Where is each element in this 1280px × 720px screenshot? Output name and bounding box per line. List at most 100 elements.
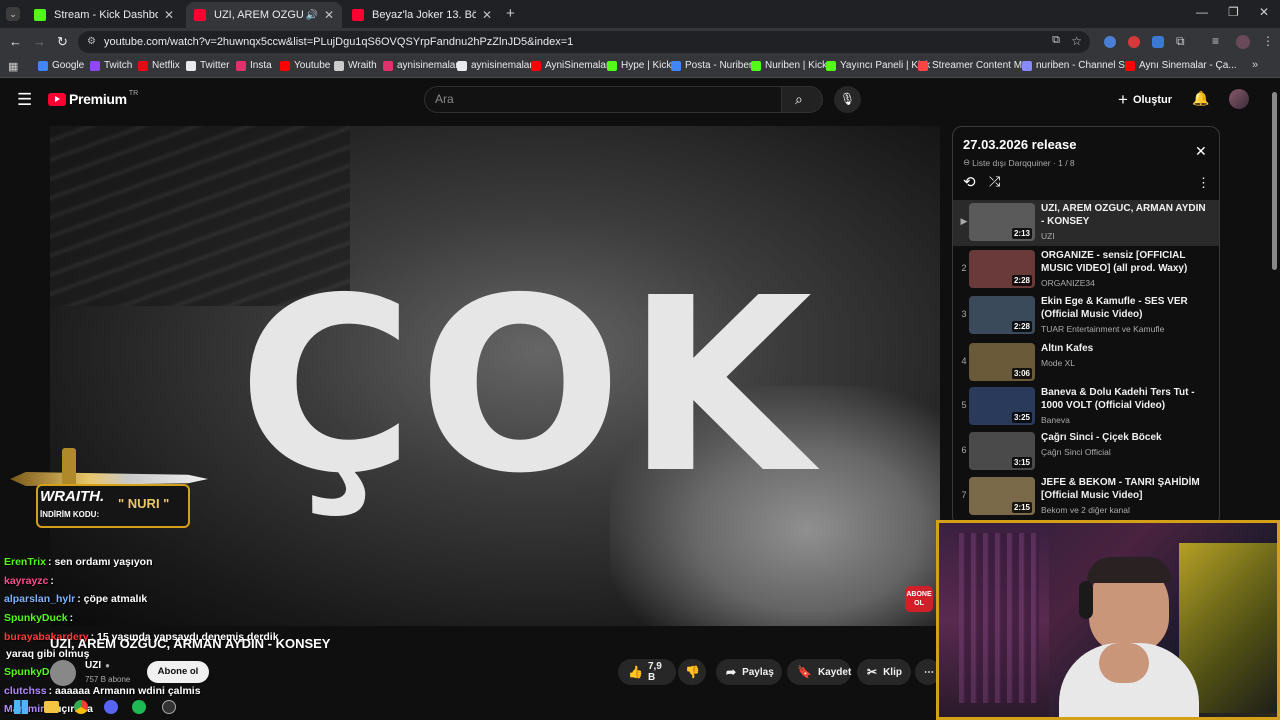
wraith-promo-overlay: WRAITH. İNDİRİM KODU: " NURI " [10,448,208,530]
tab-youtube-joker[interactable]: Beyaz'la Joker 13. Bölüm - YouT ✕ [344,2,500,28]
chat-username[interactable]: ErenTrix [4,556,46,568]
bookmark-favicon-icon [457,60,467,71]
bookmark-item[interactable]: aynisinemalar [383,60,459,71]
clip-button[interactable]: ✂ Klip [857,659,911,685]
maximize-button[interactable]: ❐ [1228,5,1239,19]
file-explorer-icon[interactable] [44,701,59,713]
extension-icon[interactable] [1104,36,1116,48]
playlist-item[interactable]: 5 3:25 Baneva & Dolu Kadehi Ters Tut - 100… [953,384,1219,430]
playlist-title[interactable]: 27.03.2026 release [963,137,1077,152]
bookmark-item[interactable]: AyniSinemalar [531,60,609,71]
chat-username[interactable]: SpunkyDuck [4,612,68,624]
channel-avatar[interactable] [50,660,76,686]
close-tab-icon[interactable]: ✕ [482,8,492,22]
url-field[interactable]: ⚙ youtube.com/watch?v=2huwnqx5ccw&list=P… [78,31,1090,53]
page-scrollbar[interactable] [1272,92,1277,270]
playlist-item[interactable]: 6 3:15 Çağrı Sinci - Çiçek Böcek Çağrı Sinc… [953,429,1219,475]
close-window-button[interactable]: ✕ [1259,5,1269,19]
obs-icon[interactable] [162,700,176,714]
minimize-button[interactable]: — [1196,5,1208,19]
spotify-icon[interactable] [132,700,146,714]
reload-icon[interactable]: ↻ [57,34,68,50]
bookmark-item[interactable]: Hype | Kick [607,60,671,71]
subscribe-button[interactable]: Abone ol [147,661,209,683]
menu-kebab-icon[interactable]: ⋮ [1262,34,1274,48]
unlisted-link-icon: ⊖ [963,157,971,167]
install-app-icon[interactable]: ⧉ [1052,34,1060,47]
discord-icon[interactable] [104,700,118,714]
forward-icon[interactable]: → [33,34,46,49]
close-playlist-icon[interactable]: ✕ [1195,143,1207,160]
media-icon[interactable]: ≡ [1212,34,1219,48]
save-button[interactable]: 🔖 Kaydet [787,659,851,685]
extension-icon[interactable] [1128,36,1140,48]
playlist-menu-icon[interactable]: ⋮ [1197,175,1210,191]
playlist-item[interactable]: 4 3:06 Altın Kafes Mode XL [953,340,1219,386]
site-info-icon[interactable]: ⚙ [87,36,96,47]
bookmark-item[interactable]: Google [38,60,84,71]
bookmark-item[interactable]: Wraith [334,60,377,71]
shuffle-icon[interactable]: ⤮ [989,173,1000,190]
chat-text: : [69,612,74,624]
new-tab-button[interactable]: + [506,5,515,22]
voice-search-button[interactable]: 🎙 [834,86,861,113]
playlist-item-title: ORGANIZE - sensiz [OFFICIAL MUSIC VIDEO]… [1041,250,1188,274]
search-button[interactable]: ⌕ [781,86,823,113]
windows-start-icon[interactable] [14,700,28,714]
playlist-item[interactable]: 3 2:28 Ekin Ege & Kamufle - SES VER (Offic… [953,293,1219,339]
playlist-item[interactable]: ▶ 2:13 UZI, AREM OZGUC, ARMAN AYDIN - KONS… [953,200,1219,246]
youtube-icon [352,9,364,21]
chrome-icon[interactable] [74,700,88,714]
playlist-thumbnail: 3:15 [969,432,1035,470]
chat-username[interactable]: alparslan_hylr [4,593,75,605]
bookmark-item[interactable]: Yayıncı Paneli | Kick [826,60,930,71]
bookmark-item[interactable]: Youtube [280,60,330,71]
abone-ol-badge[interactable]: ABONE OL [905,586,933,612]
playlist-item-channel: Mode XL [1041,358,1076,368]
notifications-bell-icon[interactable]: 🔔 [1192,90,1209,107]
dislike-button[interactable]: 👎 [678,659,706,685]
playlist-item[interactable]: 7 2:15 JEFE & BEKOM - TANRI ŞAHİDİM [Offic… [953,474,1219,520]
extension-icon[interactable] [1152,36,1164,48]
channel-name[interactable]: UZI ● [85,660,110,671]
bookmark-item[interactable]: Insta [236,60,272,71]
bookmark-item[interactable]: aynisinemalar [457,60,533,71]
bookmark-favicon-icon [607,60,617,71]
bookmark-item[interactable]: Twitch [90,60,132,71]
chat-username[interactable]: kayrayzc [4,575,48,587]
puzzle-icon[interactable]: ⧉ [1176,34,1185,49]
account-avatar[interactable] [1229,89,1249,109]
bookmark-item[interactable]: Aynı Sinemalar - Ça... [1125,60,1237,71]
tab-youtube-current[interactable]: UZI, AREM OZGUC, ARMAN 🔊 ✕ [186,2,342,28]
hamburger-menu-icon[interactable]: ☰ [17,90,32,110]
close-tab-icon[interactable]: ✕ [324,8,334,22]
share-button[interactable]: ➦ Paylaş [716,659,782,685]
create-button[interactable]: + Oluştur [1118,89,1172,111]
bookmark-favicon-icon [671,60,681,71]
bookmark-item[interactable]: nuriben - Channel S... [1022,60,1133,71]
playlist-item[interactable]: 2 2:28 ORGANIZE - sensiz [OFFICIAL MUSIC V… [953,247,1219,293]
tab-search-icon[interactable]: ⌄ [6,7,20,21]
bookmark-favicon-icon [1125,60,1135,71]
bookmark-star-icon[interactable]: ☆ [1071,34,1082,48]
bookmark-item[interactable]: Posta - Nuriben [671,60,754,71]
bookmark-item[interactable]: Netflix [138,60,180,71]
more-bookmarks-icon[interactable]: » [1252,59,1258,71]
profile-avatar[interactable] [1236,35,1250,49]
search-input[interactable]: Ara [424,86,782,113]
video-player[interactable]: ÇOK ABONE OL [50,126,940,626]
apps-grid-icon[interactable]: ▦ [8,60,18,73]
speaker-icon[interactable]: 🔊 [305,10,317,21]
video-title: UZI, AREM OZGUC, ARMAN AYDIN - KONSEY [50,636,331,651]
bookmark-item[interactable]: Twitter [186,60,229,71]
bookmark-item[interactable]: Nuriben | Kick [751,60,827,71]
back-icon[interactable]: ← [9,34,22,49]
close-tab-icon[interactable]: ✕ [164,8,174,22]
youtube-icon [194,9,206,21]
tab-kick-dashboard[interactable]: Stream - Kick Dashboard ✕ [26,2,182,28]
loop-icon[interactable]: ⟲ [963,173,976,191]
like-button[interactable]: 👍 7,9 B [618,659,676,685]
youtube-logo[interactable]: Premium TR [48,90,138,107]
bookmark-item[interactable]: Streamer Content M... [918,60,1030,71]
bookmark-favicon-icon [334,60,344,71]
